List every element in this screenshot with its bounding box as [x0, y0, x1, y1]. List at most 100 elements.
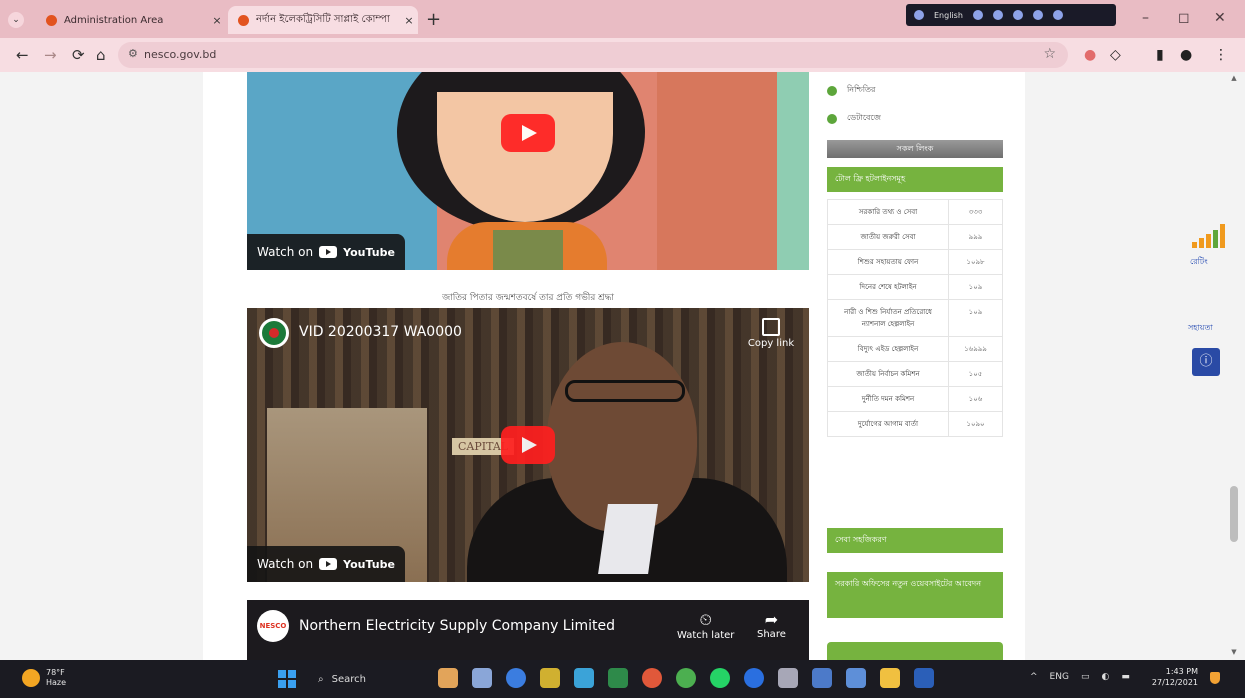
hotline-name: দিনের শেষে হটলাইন: [827, 274, 949, 300]
chrome-icon[interactable]: [642, 668, 662, 688]
all-links-button[interactable]: সকল লিংক: [827, 140, 1003, 158]
new-website-application-link[interactable]: সরকারি অফিসের নতুন ওয়েবসাইটের আবেদন: [827, 572, 1003, 618]
language-indicator[interactable]: ENG: [1050, 672, 1069, 682]
hotline-row: জাতীয় নির্বাচন কমিশন ১০৫: [827, 361, 1003, 387]
channel-avatar-icon[interactable]: [259, 318, 289, 348]
hotline-number[interactable]: ১০৯৮: [948, 249, 1003, 275]
app-icon[interactable]: [812, 668, 832, 688]
share-button[interactable]: ➦ Share: [757, 610, 786, 640]
tab-nesco[interactable]: নর্দান ইলেকট্রিসিটি সাপ্লাই কোম্পা ×: [228, 6, 418, 34]
whatsapp-icon[interactable]: [710, 668, 730, 688]
watch-on-youtube-button[interactable]: Watch on YouTube: [247, 234, 405, 270]
hotline-number[interactable]: ৩৩৩: [948, 199, 1003, 225]
zoom-icon[interactable]: [506, 668, 526, 688]
extension-icon[interactable]: ●: [1084, 47, 1096, 63]
tab-search-button[interactable]: ⌄: [8, 12, 24, 28]
sidebar: নিশ্চিতির ডেটাবেজে সকল লিংক টোল ফ্রি হটল…: [821, 72, 1005, 660]
ratings-label[interactable]: রেটিং: [1190, 256, 1208, 269]
start-button[interactable]: [278, 670, 296, 688]
excel-icon[interactable]: [608, 668, 628, 688]
site-info-icon[interactable]: ⚙: [128, 47, 138, 60]
reload-icon[interactable]: ⟳: [72, 46, 85, 64]
video-thumbnail: [598, 504, 658, 574]
app-icon[interactable]: [676, 668, 696, 688]
volume-icon[interactable]: ◐: [1101, 672, 1109, 682]
file-explorer-icon[interactable]: [472, 668, 492, 688]
hotline-number[interactable]: ১৬৯৯৯: [948, 336, 1003, 362]
forward-icon[interactable]: →: [44, 46, 57, 64]
hotline-number[interactable]: ১০৫: [948, 361, 1003, 387]
youtube-embed-2[interactable]: CAPITAL VID 20200317 WA0000 Copy link Wa…: [247, 308, 809, 582]
youtube-embed-3[interactable]: NESCO Northern Electricity Supply Compan…: [247, 600, 809, 660]
toolbar-icon[interactable]: [914, 10, 924, 20]
scroll-down-icon[interactable]: ▼: [1228, 648, 1240, 656]
notes-app-icon[interactable]: [540, 668, 560, 688]
new-tab-button[interactable]: +: [426, 9, 441, 30]
video-title[interactable]: Northern Electricity Supply Company Limi…: [299, 618, 615, 634]
scrollbar[interactable]: ▲ ▼: [1228, 72, 1240, 660]
address-bar[interactable]: ⚙ nesco.gov.bd ☆: [118, 42, 1068, 68]
taskbar-search[interactable]: ⌕ Search: [308, 667, 422, 691]
browser-menu-icon[interactable]: ⋮: [1214, 47, 1228, 63]
taskbar-clock[interactable]: 1:43 PM 27/12/2021: [1146, 666, 1198, 688]
help-label[interactable]: সহায়তা: [1188, 322, 1213, 335]
close-window-icon[interactable]: ✕: [1214, 10, 1226, 26]
settings-icon[interactable]: [1012, 10, 1023, 20]
people-app-icon[interactable]: [438, 668, 458, 688]
profile-icon[interactable]: ●: [1180, 47, 1192, 63]
audio-icon[interactable]: [992, 10, 1003, 20]
chevron-up-icon[interactable]: ^: [1030, 672, 1038, 682]
close-tab-icon[interactable]: ×: [400, 14, 418, 27]
video-thumbnail: [565, 380, 685, 402]
extensions-puzzle-icon[interactable]: ◇: [1110, 47, 1121, 63]
home-icon[interactable]: ⌂: [96, 46, 106, 64]
battery-icon[interactable]: ▬: [1121, 672, 1130, 682]
accessibility-icon[interactable]: ⓘ: [1192, 348, 1220, 376]
hotline-number[interactable]: ১০৯: [948, 299, 1003, 337]
hotline-number[interactable]: ১০৯: [948, 274, 1003, 300]
language-label[interactable]: English: [934, 11, 963, 20]
youtube-embed-1[interactable]: Watch on YouTube: [247, 72, 809, 270]
watch-later-button[interactable]: ⏲ Watch later: [677, 610, 734, 641]
tab-administration[interactable]: Administration Area ×: [30, 6, 226, 34]
scroll-up-icon[interactable]: ▲: [1228, 74, 1240, 82]
watch-on-youtube-button[interactable]: Watch on YouTube: [247, 546, 405, 582]
app-icon[interactable]: [846, 668, 866, 688]
folder-icon[interactable]: [880, 668, 900, 688]
play-button-icon[interactable]: [501, 426, 555, 464]
system-tray: ^ ENG ▭ ◐ ▬: [1030, 672, 1130, 682]
service-simplification-link[interactable]: সেবা সহজিকরণ: [827, 528, 1003, 553]
side-panel-icon[interactable]: ▮: [1156, 47, 1164, 63]
sidebar-link[interactable]: ডেটাবেজে: [827, 112, 881, 125]
channel-avatar-icon[interactable]: NESCO: [257, 610, 289, 642]
video-title[interactable]: VID 20200317 WA0000: [299, 324, 462, 340]
messenger-icon[interactable]: [744, 668, 764, 688]
sidebar-link[interactable]: নিশ্চিতির: [827, 84, 875, 97]
notification-bell-icon[interactable]: [1210, 672, 1220, 684]
hotline-number[interactable]: ৯৯৯: [948, 224, 1003, 250]
clock-time: 1:43 PM: [1165, 667, 1198, 676]
sidebar-card[interactable]: [827, 642, 1003, 660]
weather-condition: Haze: [46, 677, 67, 687]
weather-widget[interactable]: 78°F Haze: [22, 668, 66, 687]
wifi-icon[interactable]: [972, 10, 983, 20]
minimize-icon[interactable]: –: [1142, 10, 1149, 26]
play-button-icon[interactable]: [501, 114, 555, 152]
info-icon[interactable]: [1052, 10, 1063, 20]
close-tab-icon[interactable]: ×: [208, 14, 226, 27]
app-icon[interactable]: [778, 668, 798, 688]
word-icon[interactable]: [914, 668, 934, 688]
bookmark-star-icon[interactable]: ☆: [1043, 46, 1056, 62]
hotline-number[interactable]: ১০৬: [948, 386, 1003, 412]
shield-icon[interactable]: [1032, 10, 1043, 20]
url-text[interactable]: nesco.gov.bd: [144, 48, 216, 61]
scrollbar-thumb[interactable]: [1230, 486, 1238, 542]
ratings-widget[interactable]: [1192, 224, 1225, 248]
back-icon[interactable]: ←: [16, 46, 29, 64]
copy-link-button[interactable]: Copy link: [745, 318, 797, 349]
restore-icon[interactable]: ◻: [1178, 10, 1190, 26]
network-icon[interactable]: ▭: [1081, 672, 1090, 682]
app-icon[interactable]: [574, 668, 594, 688]
hotline-name: শিশুর সহায়তায় ফোন: [827, 249, 949, 275]
hotline-number[interactable]: ১০৯০: [948, 411, 1003, 437]
